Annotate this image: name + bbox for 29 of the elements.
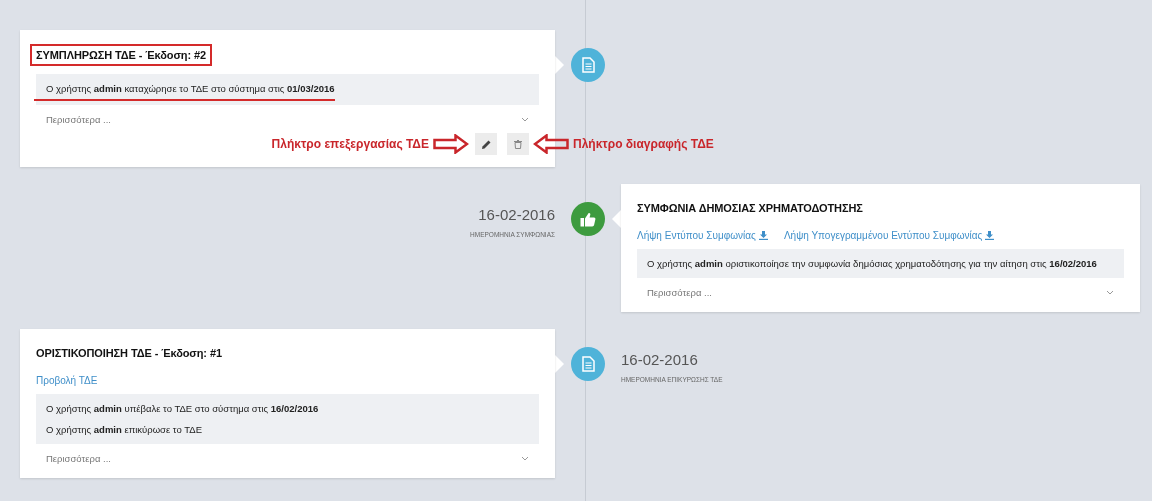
document-icon — [581, 356, 595, 372]
more-link[interactable]: Περισσότερα ... — [46, 114, 111, 125]
thumbs-up-icon — [580, 211, 596, 227]
more-link[interactable]: Περισσότερα ... — [46, 453, 111, 464]
arrow-left-icon — [533, 134, 569, 154]
more-link[interactable]: Περισσότερα ... — [647, 287, 712, 298]
download-icon — [985, 231, 995, 240]
pencil-icon — [481, 139, 491, 149]
log-entry: Ο χρήστης admin επικύρωσε το ΤΔΕ — [46, 423, 203, 437]
download-icon — [758, 231, 768, 240]
arrow-right-icon — [433, 134, 469, 154]
link[interactable]: Λήψη Εντύπου Συμφωνίας — [637, 230, 768, 241]
link[interactable]: Λήψη Υπογεγραμμένου Εντύπου Συμφωνίας — [783, 230, 995, 241]
card-title: ΣΥΜΦΩΝΙΑ ΔΗΜΟΣΙΑΣ ΧΡΗΜΑΤΟΔΟΤΗΣΗΣ — [637, 202, 863, 214]
document-icon — [581, 57, 595, 73]
trash-icon — [514, 139, 522, 149]
callout-label: Πλήκτρο διαγραφής ΤΔΕ — [573, 137, 714, 151]
log-entry: Ο χρήστης admin οριστικοποίησε την συμφωνία δημόσιας χρηματοδότησης για την αίτηση στις 16/02/2016 — [647, 257, 1098, 271]
callout-label: Πλήκτρο επεξεργασίας ΤΔΕ — [271, 137, 429, 151]
card-title: ΣΥΜΠΛΗΡΩΣΗ ΤΔΕ - Έκδοση: #2 — [30, 44, 212, 66]
event-date: 16-02-2016 — [477, 206, 555, 223]
event-date: 16-02-2016 — [621, 351, 699, 368]
chevron-down-icon[interactable] — [521, 117, 529, 122]
log-entry: Ο χρήστης admin καταχώρησε το ΤΔΕ στο σύστημα στις 01/03/2016 — [34, 78, 335, 101]
card-title: ΟΡΙΣΤΙΚΟΠΟΙΗΣΗ ΤΔΕ - Έκδοση: #1 — [36, 347, 222, 359]
link[interactable]: Προβολή ΤΔΕ — [36, 375, 98, 386]
log-entry: Ο χρήστης admin υπέβαλε το ΤΔΕ στο σύστημα στις 16/02/2016 — [46, 402, 320, 416]
chevron-down-icon[interactable] — [521, 456, 529, 461]
chevron-down-icon[interactable] — [1106, 290, 1114, 295]
